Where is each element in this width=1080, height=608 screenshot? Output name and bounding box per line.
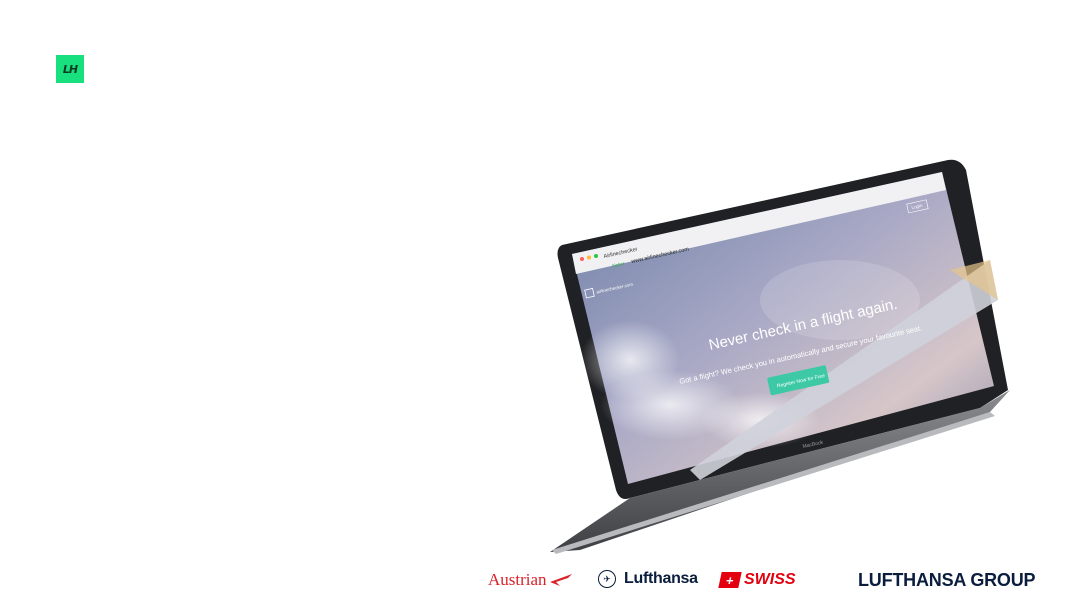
austrian-logo: Austrian <box>488 570 572 590</box>
swiss-logo: + SWISS <box>718 571 796 589</box>
swiss-wordmark: SWISS <box>744 571 796 588</box>
lufthansa-crane-icon: ✈ <box>598 570 616 588</box>
lufthansa-wordmark: Lufthansa <box>624 570 698 587</box>
laptop-mockup: Airlinechecker Sicher www.airlinechecker… <box>520 150 1040 560</box>
slide: LH Airlinechecker Sicher www.airlinechec… <box>0 0 1080 608</box>
austrian-wordmark: Austrian <box>488 570 547 589</box>
austrian-flag-icon <box>549 574 572 586</box>
laptop-illustration: Airlinechecker Sicher www.airlinechecker… <box>550 159 1010 554</box>
lufthansa-logo: ✈ Lufthansa <box>598 570 698 588</box>
brand-logo: LH <box>56 55 84 83</box>
brand-logo-text: LH <box>62 62 78 76</box>
lufthansa-group-logo: LUFTHANSA GROUP <box>858 570 1036 590</box>
swiss-cross-icon: + <box>718 572 742 588</box>
footer-logos: Austrian ✈ Lufthansa + SWISS LUFTHANSA G… <box>0 568 1080 596</box>
